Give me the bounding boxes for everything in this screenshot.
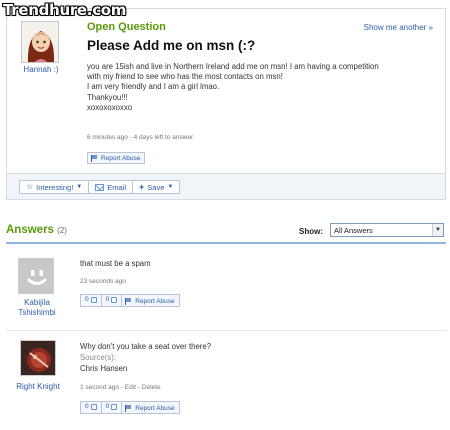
question-body-line: you are 15ish and live in Northern Irela… [87, 62, 379, 71]
save-button[interactable]: + Save ▼ [133, 181, 179, 193]
source-value: Chris Hansen [80, 364, 128, 373]
report-abuse-label: Report Abuse [135, 297, 175, 305]
thumbs-down-button[interactable]: 0 [102, 295, 123, 306]
question-meta: 6 minutes ago - 4 days left to answer. [87, 134, 195, 141]
asker-avatar[interactable] [21, 21, 59, 63]
answer-divider [6, 330, 446, 331]
thumbs-up-icon [90, 404, 97, 410]
answer-vote-row: 0 0 Report Abuse [80, 294, 180, 307]
chevron-down-icon: ▼ [167, 184, 174, 190]
show-filter-label: Show: [299, 227, 323, 236]
thumbs-up-count: 0 [85, 403, 89, 410]
answer-author-line[interactable]: Tshishimbi [8, 308, 66, 318]
open-question-label: Open Question [87, 21, 166, 33]
thumbs-up-button[interactable]: 0 [81, 295, 102, 306]
question-report-abuse-button[interactable]: Report Abuse [87, 152, 146, 164]
answer-report-abuse-button[interactable]: Report Abuse [122, 295, 178, 306]
question-body-line: I am very friendly and I am a girl lmao. [87, 82, 220, 92]
thumbs-up-icon [90, 297, 97, 303]
answer-text: that must be a spam [80, 259, 151, 268]
thumbs-down-button[interactable]: 0 [102, 402, 123, 413]
answer-meta: 23 seconds ago [80, 278, 126, 285]
answer-vote-row: 0 0 Report Abuse [80, 401, 180, 414]
question-body-line: xoxoxoxoxxo [87, 102, 133, 112]
report-abuse-label: Report Abuse [135, 404, 175, 412]
thumbs-up-count: 0 [85, 296, 89, 303]
answers-heading: Answers (2) [6, 224, 67, 236]
thumbs-down-icon [111, 297, 118, 303]
asker-name[interactable]: Hannah :) [13, 65, 69, 74]
chevron-down-icon: ▼ [76, 184, 83, 190]
email-button[interactable]: Email [89, 181, 133, 193]
interesting-label: Interesting! [36, 183, 74, 192]
source-label: Source(s): [80, 353, 116, 362]
show-another-link[interactable]: Show me another » [364, 23, 433, 32]
flag-icon [91, 155, 98, 162]
answer-text: Why don't you take a seat over there? [80, 342, 212, 351]
question-action-bar: ☆ Interesting! ▼ Email + Save ▼ [6, 174, 446, 200]
email-label: Email [107, 183, 126, 192]
answer-author-line[interactable]: Right Knight [6, 382, 70, 392]
action-button-group: ☆ Interesting! ▼ Email + Save ▼ [19, 180, 181, 194]
question-body: you are 15ish and live in Northern Irela… [87, 62, 432, 113]
answers-rule [6, 242, 446, 244]
flag-icon [125, 297, 132, 305]
show-filter-select[interactable]: All Answers ▼ [330, 223, 444, 237]
show-filter-value: All Answers [334, 226, 373, 235]
star-icon: ☆ [26, 182, 34, 191]
thumbs-down-count: 0 [105, 296, 110, 303]
watermark: Trendhure.com [3, 1, 127, 19]
question-body-line: with my friend to see who has the most c… [87, 72, 283, 82]
answer-author[interactable]: Right Knight [6, 382, 70, 392]
answer-meta[interactable]: 1 second ago - Edit - Delete [80, 384, 161, 391]
flag-icon [125, 404, 132, 412]
answer-author[interactable]: Kabijila Tshishimbi [8, 298, 66, 318]
envelope-icon [95, 184, 105, 191]
thumbs-up-button[interactable]: 0 [81, 402, 102, 413]
interesting-button[interactable]: ☆ Interesting! ▼ [20, 181, 90, 193]
chevron-down-icon[interactable]: ▼ [432, 224, 443, 236]
thumbs-down-icon [111, 404, 118, 410]
answers-heading-label: Answers [6, 224, 54, 236]
plus-icon: + [139, 182, 145, 192]
answers-count: (2) [57, 226, 67, 235]
thumbs-down-count: 0 [105, 403, 110, 410]
question-body-line: Thankyou!!! [87, 92, 128, 102]
answer-author-line[interactable]: Kabijila [8, 298, 66, 308]
report-abuse-label: Report Abuse [101, 155, 141, 162]
answer-avatar[interactable] [18, 258, 54, 294]
answer-report-abuse-button[interactable]: Report Abuse [122, 402, 178, 413]
question-box: Hannah :) Open Question Show me another … [6, 8, 446, 174]
question-title: Please Add me on msn (:? [87, 38, 256, 53]
save-label: Save [147, 183, 165, 192]
answer-avatar[interactable] [20, 340, 56, 376]
